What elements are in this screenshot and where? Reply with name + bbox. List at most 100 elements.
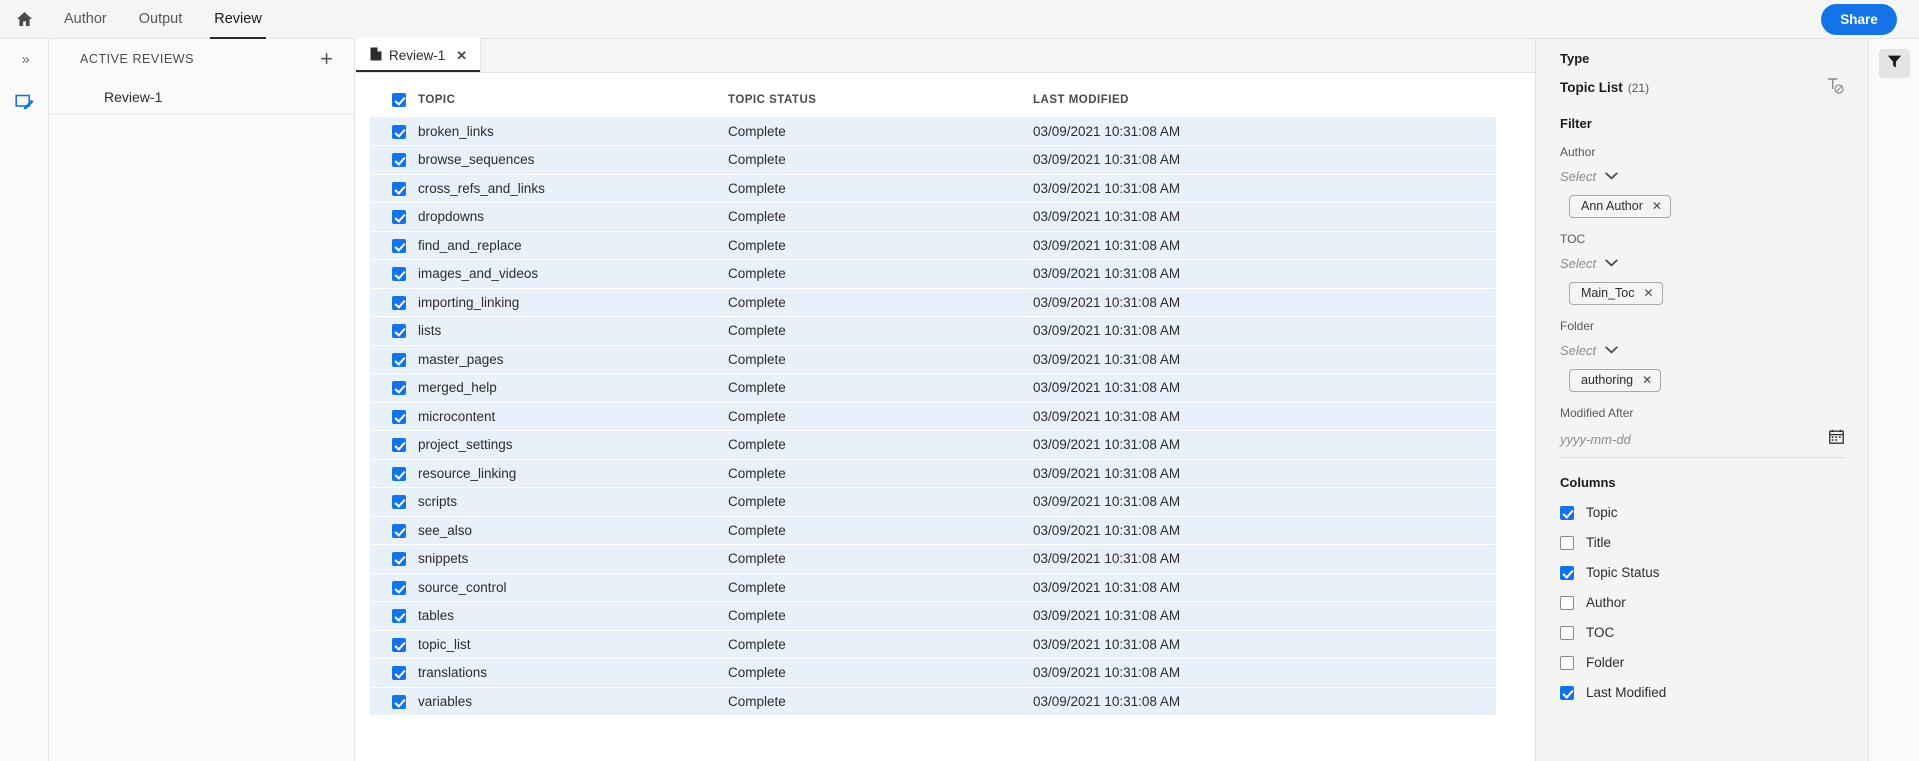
modified-after-field[interactable]: yyyy-mm-dd xyxy=(1560,429,1844,458)
header-topic[interactable]: TOPIC xyxy=(418,83,728,117)
table-row[interactable]: resource_linking Complete 03/09/2021 10:31… xyxy=(370,459,1496,488)
table-row[interactable]: find_and_replace Complete 03/09/2021 10:31… xyxy=(370,231,1496,260)
cell-last-modified: 03/09/2021 10:31:08 AM xyxy=(1033,494,1181,510)
column-toggle-last-modified[interactable]: Last Modified xyxy=(1560,685,1844,700)
row-checkbox[interactable] xyxy=(392,238,406,253)
column-checkbox[interactable] xyxy=(1560,535,1574,550)
header-last-modified[interactable]: LAST MODIFIED xyxy=(1033,83,1496,117)
column-checkbox[interactable] xyxy=(1560,625,1574,640)
row-checkbox[interactable] xyxy=(392,267,406,282)
column-toggle-folder[interactable]: Folder xyxy=(1560,655,1844,670)
filter-chip-row: Main_Toc ✕ xyxy=(1560,282,1844,305)
list-item[interactable]: Review-1 xyxy=(49,79,354,115)
nav-tab-review[interactable]: Review xyxy=(198,0,278,39)
column-checkbox[interactable] xyxy=(1560,655,1574,670)
cell-topic-status: Complete xyxy=(728,294,786,310)
row-checkbox[interactable] xyxy=(392,466,406,481)
select-all-checkbox[interactable] xyxy=(392,93,406,107)
row-checkbox[interactable] xyxy=(392,580,406,595)
column-label: Last Modified xyxy=(1586,685,1667,700)
row-checkbox-cell xyxy=(370,374,418,403)
cell-topic: translations xyxy=(418,665,488,681)
cell-topic-status: Complete xyxy=(728,636,786,652)
table-row[interactable]: topic_list Complete 03/09/2021 10:31:08 AM xyxy=(370,630,1496,659)
table-row[interactable]: source_control Complete 03/09/2021 10:31:0… xyxy=(370,573,1496,602)
table-row[interactable]: cross_refs_and_links Complete 03/09/2021 1… xyxy=(370,174,1496,203)
column-toggle-author[interactable]: Author xyxy=(1560,595,1844,610)
document-tab-strip: Review-1 ✕ xyxy=(356,38,1535,73)
row-checkbox[interactable] xyxy=(392,694,406,709)
row-checkbox[interactable] xyxy=(392,409,406,424)
document-tab-review-1[interactable]: Review-1 ✕ xyxy=(356,38,482,72)
expand-panel-button[interactable]: » xyxy=(0,39,49,79)
table-row[interactable]: importing_linking Complete 03/09/2021 10:3… xyxy=(370,288,1496,317)
row-checkbox-cell xyxy=(370,602,418,631)
topic-table-wrapper: TOPIC TOPIC STATUS LAST MODIFIED broken_… xyxy=(356,73,1535,716)
table-row[interactable]: dropdowns Complete 03/09/2021 10:31:08 AM xyxy=(370,202,1496,231)
nav-tab-output[interactable]: Output xyxy=(123,0,199,39)
close-icon[interactable]: ✕ xyxy=(1644,287,1654,299)
row-checkbox[interactable] xyxy=(392,495,406,510)
header-topic-status[interactable]: TOPIC STATUS xyxy=(728,83,1033,117)
row-checkbox[interactable] xyxy=(392,381,406,396)
column-toggle-toc[interactable]: TOC xyxy=(1560,625,1844,640)
table-row[interactable]: microcontent Complete 03/09/2021 10:31:08 … xyxy=(370,402,1496,431)
nav-tab-author[interactable]: Author xyxy=(48,0,123,39)
table-header-row: TOPIC TOPIC STATUS LAST MODIFIED xyxy=(370,83,1496,117)
row-checkbox[interactable] xyxy=(392,295,406,310)
row-checkbox[interactable] xyxy=(392,438,406,453)
table-row[interactable]: master_pages Complete 03/09/2021 10:31:08 … xyxy=(370,345,1496,374)
row-checkbox[interactable] xyxy=(392,181,406,196)
row-checkbox[interactable] xyxy=(392,124,406,139)
column-label: Author xyxy=(1586,595,1626,610)
filter-toggle-button[interactable] xyxy=(1878,49,1910,78)
home-button[interactable] xyxy=(0,0,48,39)
clear-text-formatting-icon[interactable] xyxy=(1827,77,1844,99)
table-row[interactable]: scripts Complete 03/09/2021 10:31:08 AM xyxy=(370,487,1496,516)
table-row[interactable]: project_settings Complete 03/09/2021 10:31… xyxy=(370,430,1496,460)
close-icon[interactable]: ✕ xyxy=(1642,374,1652,386)
close-icon[interactable]: ✕ xyxy=(456,49,467,62)
filter-field-select[interactable]: Select xyxy=(1560,341,1844,359)
cell-last-modified: 03/09/2021 10:31:08 AM xyxy=(1033,551,1181,567)
row-checkbox[interactable] xyxy=(392,352,406,367)
row-checkbox[interactable] xyxy=(392,523,406,538)
calendar-icon[interactable] xyxy=(1829,429,1844,449)
filter-field-select[interactable]: Select xyxy=(1560,167,1844,185)
close-icon[interactable]: ✕ xyxy=(1652,200,1662,212)
table-row[interactable]: snippets Complete 03/09/2021 10:31:08 AM xyxy=(370,544,1496,573)
column-checkbox[interactable] xyxy=(1560,685,1574,700)
row-checkbox-cell xyxy=(370,573,418,602)
table-row[interactable]: merged_help Complete 03/09/2021 10:31:08 A… xyxy=(370,373,1496,403)
table-row[interactable]: browse_sequences Complete 03/09/2021 10:31… xyxy=(370,145,1496,174)
table-row[interactable]: translations Complete 03/09/2021 10:31:08 … xyxy=(370,658,1496,687)
table-row[interactable]: images_and_videos Complete 03/09/2021 10:3… xyxy=(370,259,1496,288)
rail-item-review[interactable] xyxy=(0,85,49,125)
row-checkbox[interactable] xyxy=(392,637,406,652)
column-checkbox[interactable] xyxy=(1560,565,1574,580)
table-row[interactable]: see_also Complete 03/09/2021 10:31:08 AM xyxy=(370,516,1496,545)
row-checkbox[interactable] xyxy=(392,210,406,225)
table-row[interactable]: tables Complete 03/09/2021 10:31:08 AM xyxy=(370,601,1496,631)
row-checkbox[interactable] xyxy=(392,153,406,168)
filter-select-placeholder: Select xyxy=(1560,342,1597,358)
row-checkbox[interactable] xyxy=(392,324,406,339)
row-checkbox[interactable] xyxy=(392,666,406,681)
cell-last-modified: 03/09/2021 10:31:08 AM xyxy=(1033,237,1181,253)
table-row[interactable]: variables Complete 03/09/2021 10:31:08 AM xyxy=(370,687,1496,716)
row-checkbox[interactable] xyxy=(392,609,406,624)
filter-field-toc: TOC Select Main_Toc ✕ xyxy=(1560,232,1844,305)
column-toggle-topic-status[interactable]: Topic Status xyxy=(1560,565,1844,580)
row-checkbox-cell xyxy=(370,431,418,460)
share-button[interactable]: Share xyxy=(1821,4,1897,35)
topic-list-table: TOPIC TOPIC STATUS LAST MODIFIED broken_… xyxy=(370,83,1496,716)
column-checkbox[interactable] xyxy=(1560,595,1574,610)
row-checkbox[interactable] xyxy=(392,552,406,567)
filter-field-select[interactable]: Select xyxy=(1560,254,1844,272)
column-checkbox[interactable] xyxy=(1560,505,1574,520)
column-toggle-title[interactable]: Title xyxy=(1560,535,1844,550)
add-review-button[interactable]: + xyxy=(317,48,336,70)
table-row[interactable]: broken_links Complete 03/09/2021 10:31:08 … xyxy=(370,117,1496,146)
column-toggle-topic[interactable]: Topic xyxy=(1560,505,1844,520)
table-row[interactable]: lists Complete 03/09/2021 10:31:08 AM xyxy=(370,316,1496,345)
